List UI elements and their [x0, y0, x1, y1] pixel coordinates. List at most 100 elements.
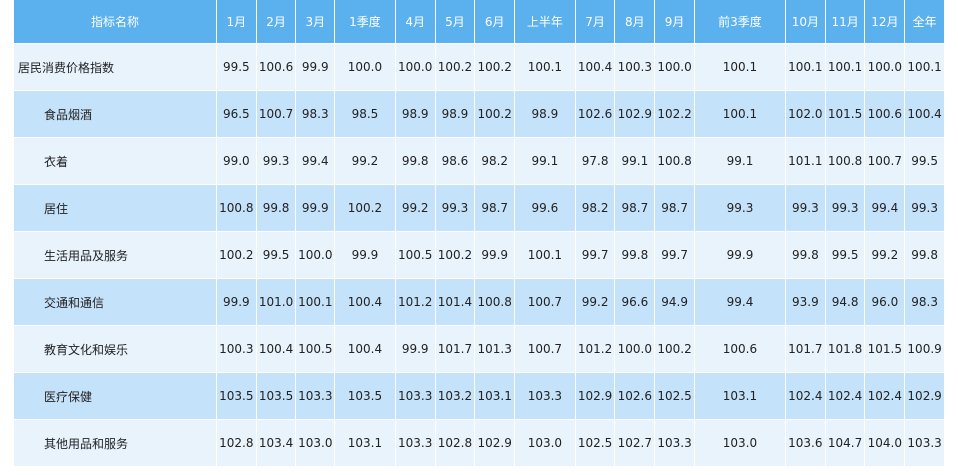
table-cell: 99.0: [216, 138, 257, 185]
table-cell: 102.4: [825, 373, 866, 420]
table-cell: 99.1: [615, 138, 656, 185]
table-cell: 100.1: [515, 44, 576, 91]
table-cell: 98.3: [905, 279, 945, 326]
table-cell: 102.8: [216, 420, 257, 467]
table-row: 居住 100.8 99.8 99.9 100.2 99.2 99.3 98.7 99.6 98.2…: [14, 185, 945, 232]
header-period: 前3季度: [694, 0, 786, 44]
table-cell: 103.1: [694, 373, 786, 420]
table-cell: 100.2: [475, 91, 516, 138]
table-cell: 98.7: [475, 185, 516, 232]
table-row: 生活用品及服务 100.2 99.5 100.0 99.9 100.5 100.2 99.9 1…: [14, 232, 945, 279]
row-label: 居民消费价格指数: [14, 44, 217, 91]
table-cell: 99.9: [296, 44, 336, 91]
table-cell: 98.7: [655, 185, 695, 232]
table-cell: 102.7: [615, 420, 656, 467]
table-cell: 99.9: [395, 326, 436, 373]
table-cell: 100.6: [694, 326, 786, 373]
table-cell: 102.6: [615, 373, 656, 420]
table-cell: 99.4: [865, 185, 906, 232]
table-cell: 103.3: [515, 373, 576, 420]
table-cell: 100.5: [296, 326, 336, 373]
table-cell: 101.4: [435, 279, 476, 326]
table-cell: 100.2: [435, 44, 476, 91]
table-cell: 99.7: [655, 232, 695, 279]
table-cell: 103.0: [515, 420, 576, 467]
header-period: 2月: [256, 0, 297, 44]
table-cell: 97.8: [575, 138, 616, 185]
table-cell: 100.4: [335, 279, 396, 326]
header-indicator-name: 指标名称: [14, 0, 217, 44]
table-cell: 100.8: [216, 185, 257, 232]
table-cell: 100.0: [395, 44, 436, 91]
table-cell: 102.4: [865, 373, 906, 420]
table-cell: 100.1: [785, 44, 826, 91]
table-cell: 100.7: [256, 91, 297, 138]
header-period: 全年: [905, 0, 945, 44]
table-cell: 100.7: [515, 326, 576, 373]
table-cell: 96.0: [865, 279, 906, 326]
table-cell: 99.9: [296, 185, 336, 232]
table-cell: 100.3: [615, 44, 656, 91]
table-cell: 99.5: [256, 232, 297, 279]
table-cell: 94.8: [825, 279, 866, 326]
table-cell: 99.2: [865, 232, 906, 279]
table-cell: 102.9: [475, 420, 516, 467]
table-cell: 101.1: [785, 138, 826, 185]
header-period: 3月: [296, 0, 336, 44]
row-label: 交通和通信: [14, 279, 217, 326]
row-label: 其他用品和服务: [14, 420, 217, 467]
table-cell: 101.7: [785, 326, 826, 373]
header-period: 7月: [575, 0, 616, 44]
table-cell: 100.1: [694, 44, 786, 91]
header-period: 上半年: [515, 0, 576, 44]
table-cell: 100.8: [825, 138, 866, 185]
table-cell: 100.2: [475, 44, 516, 91]
table-cell: 100.4: [905, 91, 945, 138]
table-cell: 98.9: [395, 91, 436, 138]
table-cell: 103.3: [655, 420, 695, 467]
table-cell: 98.3: [296, 91, 336, 138]
table-cell: 104.7: [825, 420, 866, 467]
table-cell: 103.0: [296, 420, 336, 467]
table-cell: 100.0: [655, 44, 695, 91]
table-cell: 99.8: [256, 185, 297, 232]
table-cell: 103.3: [296, 373, 336, 420]
table-cell: 101.7: [435, 326, 476, 373]
table-cell: 103.3: [905, 420, 945, 467]
table-cell: 100.0: [615, 326, 656, 373]
table-cell: 103.4: [256, 420, 297, 467]
table-cell: 100.2: [435, 232, 476, 279]
table-cell: 99.3: [435, 185, 476, 232]
table-cell: 96.6: [615, 279, 656, 326]
table-cell: 100.6: [256, 44, 297, 91]
table-cell: 101.0: [256, 279, 297, 326]
table-cell: 100.2: [335, 185, 396, 232]
table-cell: 99.2: [335, 138, 396, 185]
table-cell: 99.9: [475, 232, 516, 279]
table-cell: 100.2: [655, 326, 695, 373]
table-cell: 100.1: [694, 91, 786, 138]
row-label: 居住: [14, 185, 217, 232]
table-cell: 99.4: [694, 279, 786, 326]
table-cell: 101.5: [865, 326, 906, 373]
table-cell: 99.4: [296, 138, 336, 185]
table-cell: 102.5: [575, 420, 616, 467]
table-row: 其他用品和服务 102.8 103.4 103.0 103.1 103.3 102.8 102…: [14, 420, 945, 467]
table-cell: 96.5: [216, 91, 257, 138]
table-cell: 99.9: [335, 232, 396, 279]
table-cell: 100.7: [865, 138, 906, 185]
table-cell: 103.3: [395, 420, 436, 467]
table-cell: 102.4: [785, 373, 826, 420]
table-cell: 100.6: [865, 91, 906, 138]
table-cell: 99.2: [575, 279, 616, 326]
table-cell: 102.5: [655, 373, 695, 420]
table-cell: 99.3: [905, 185, 945, 232]
table-row: 医疗保健 103.5 103.5 103.3 103.5 103.3 103.2 103.1 1…: [14, 373, 945, 420]
table-cell: 101.2: [575, 326, 616, 373]
table-body: 居民消费价格指数 99.5 100.6 99.9 100.0 100.0 100.2 100.…: [14, 44, 945, 467]
table-cell: 100.8: [655, 138, 695, 185]
table-cell: 99.2: [395, 185, 436, 232]
table-cell: 100.1: [905, 44, 945, 91]
table-row: 交通和通信 99.9 101.0 100.1 100.4 101.2 101.4 100.8 1…: [14, 279, 945, 326]
table-cell: 102.9: [905, 373, 945, 420]
